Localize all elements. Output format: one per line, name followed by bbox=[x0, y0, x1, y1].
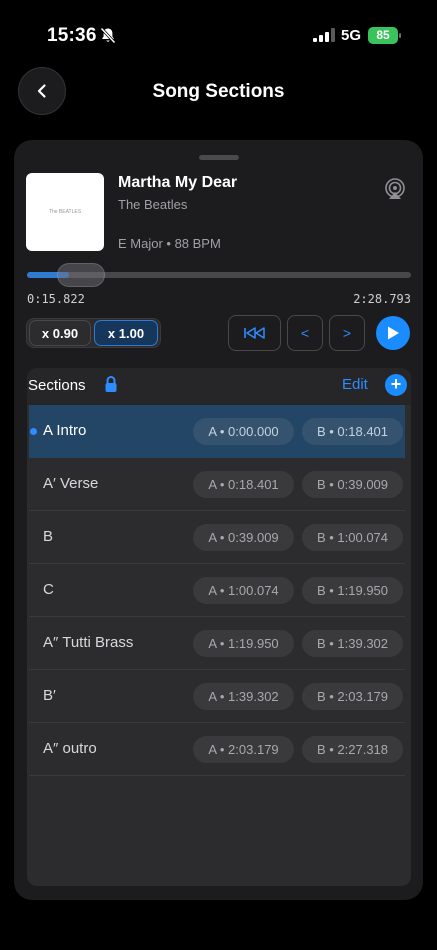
play-button[interactable] bbox=[376, 316, 410, 350]
section-end-time[interactable]: B • 2:27.318 bbox=[302, 736, 403, 763]
song-artist: The Beatles bbox=[118, 197, 188, 212]
play-icon bbox=[388, 326, 399, 340]
status-time: 15:36 bbox=[47, 25, 97, 46]
song-sheet: The BEATLES Martha My Dear The Beatles E… bbox=[14, 140, 423, 900]
speed-option-0-90[interactable]: x 0.90 bbox=[29, 320, 91, 346]
status-bar: 15:36 5G 85 bbox=[0, 0, 437, 60]
section-name: A Intro bbox=[43, 422, 87, 439]
speed-selector: x 0.90 x 1.00 bbox=[26, 318, 161, 348]
section-end-time[interactable]: B • 1:00.074 bbox=[302, 524, 403, 551]
section-row[interactable]: A Intro A • 0:00.000 B • 0:18.401 bbox=[29, 405, 405, 458]
section-end-time[interactable]: B • 1:39.302 bbox=[302, 630, 403, 657]
rewind-to-start-button[interactable] bbox=[228, 315, 281, 351]
album-artwork: The BEATLES bbox=[26, 173, 104, 251]
speed-option-1-00[interactable]: x 1.00 bbox=[94, 320, 158, 346]
section-start-time[interactable]: A • 0:00.000 bbox=[193, 418, 294, 445]
song-key-tempo: E Major • 88 BPM bbox=[118, 236, 221, 251]
section-start-time[interactable]: A • 1:00.074 bbox=[193, 577, 294, 604]
section-name: A″ outro bbox=[43, 740, 97, 757]
section-name: B′ bbox=[43, 687, 56, 704]
section-start-time[interactable]: A • 0:18.401 bbox=[193, 471, 294, 498]
section-end-time[interactable]: B • 0:39.009 bbox=[302, 471, 403, 498]
section-start-time[interactable]: A • 2:03.179 bbox=[193, 736, 294, 763]
section-start-time[interactable]: A • 0:39.009 bbox=[193, 524, 294, 551]
network-type: 5G bbox=[341, 27, 362, 44]
section-row[interactable]: C A • 1:00.074 B • 1:19.950 bbox=[29, 564, 405, 617]
skip-to-start-icon bbox=[243, 327, 265, 339]
sections-label: Sections bbox=[28, 377, 86, 394]
section-start-time[interactable]: A • 1:39.302 bbox=[193, 683, 294, 710]
artwork-text: The BEATLES bbox=[48, 209, 82, 215]
section-name: A″ Tutti Brass bbox=[43, 634, 134, 651]
sections-list: A Intro A • 0:00.000 B • 0:18.401 A′ Ver… bbox=[27, 405, 411, 776]
section-name: A′ Verse bbox=[43, 475, 99, 492]
section-row[interactable]: A″ Tutti Brass A • 1:19.950 B • 1:39.302 bbox=[29, 617, 405, 670]
bell-slash-icon bbox=[100, 27, 116, 44]
battery-indicator: 85 bbox=[368, 27, 401, 44]
previous-section-button[interactable]: < bbox=[287, 315, 323, 351]
section-name: B bbox=[43, 528, 54, 545]
section-end-time[interactable]: B • 0:18.401 bbox=[302, 418, 403, 445]
next-section-button[interactable]: > bbox=[329, 315, 365, 351]
section-name: C bbox=[43, 581, 54, 598]
section-end-time[interactable]: B • 2:03.179 bbox=[302, 683, 403, 710]
current-section-indicator bbox=[30, 428, 37, 435]
section-row[interactable]: B A • 0:39.009 B • 1:00.074 bbox=[29, 511, 405, 564]
airplay-audio-icon[interactable] bbox=[384, 178, 406, 200]
section-row[interactable]: A″ outro A • 2:03.179 B • 2:27.318 bbox=[29, 723, 405, 776]
total-time: 2:28.793 bbox=[353, 292, 411, 306]
section-row[interactable]: A′ Verse A • 0:18.401 B • 0:39.009 bbox=[29, 458, 405, 511]
progress-thumb[interactable] bbox=[57, 263, 106, 287]
page-title: Song Sections bbox=[152, 81, 285, 102]
progress-slider[interactable] bbox=[27, 263, 411, 287]
sheet-grabber[interactable] bbox=[199, 155, 239, 160]
elapsed-time: 0:15.822 bbox=[27, 292, 85, 306]
edit-sections-button[interactable]: Edit bbox=[342, 376, 368, 393]
section-row[interactable]: B′ A • 1:39.302 B • 2:03.179 bbox=[29, 670, 405, 723]
lock-icon[interactable] bbox=[103, 374, 119, 394]
song-title: Martha My Dear bbox=[118, 174, 238, 191]
cellular-signal-icon bbox=[313, 28, 335, 42]
sections-header: Sections Edit + bbox=[27, 368, 411, 405]
sections-panel: Sections Edit + A Intro A • 0:00.000 B •… bbox=[27, 368, 411, 886]
add-section-button[interactable]: + bbox=[385, 374, 407, 396]
section-start-time[interactable]: A • 1:19.950 bbox=[193, 630, 294, 657]
section-end-time[interactable]: B • 1:19.950 bbox=[302, 577, 403, 604]
